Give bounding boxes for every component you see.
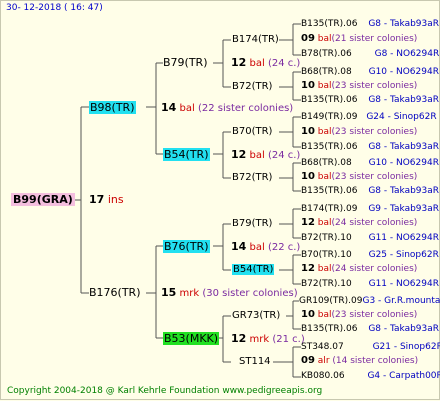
gen4-generation: 10 bal(23 sister colonies) (301, 80, 418, 91)
gen4-generation: 10 bal(23 sister colonies) (301, 171, 418, 182)
gen4-sire: GR109(TR).09G3 - Gr.R.mounta (299, 296, 440, 306)
gen2-queen: B79(TR) (163, 56, 208, 69)
gen2-queen: B76(TR) (163, 240, 210, 253)
gen2-generation: 12 mrk (21 c.) (231, 332, 305, 345)
gen4-dam: B135(TR).06 G8 - Takab93aR (301, 324, 440, 334)
pedigree-chart: 30- 12-2018 ( 16: 47) B99(GRA) 17 ins B9… (0, 0, 440, 400)
gen4-sire: B68(TR).08 G10 - NO6294R (301, 158, 439, 168)
root-generation: 17 ins (89, 193, 124, 206)
gen3-queen: B174(TR) (232, 34, 279, 45)
gen4-generation: 09 alr (14 sister colonies) (301, 355, 419, 366)
gen3-queen: B70(TR) (232, 126, 273, 137)
copyright-footer: Copyright 2004-2018 @ Karl Kehrle Founda… (7, 386, 323, 396)
gen4-sire: ST348.07 G21 - Sinop62R (301, 342, 440, 352)
gen2-generation: 12 bal (24 c.) (231, 56, 301, 69)
gen3-queen: B72(TR) (232, 172, 273, 183)
gen4-sire: B174(TR).09 G9 - Takab93aR (301, 204, 440, 214)
gen4-dam: KB080.06 G4 - Carpath00R (301, 371, 440, 381)
gen2-generation: 14 bal (22 c.) (231, 240, 301, 253)
gen3-queen: B54(TR) (232, 264, 275, 275)
gen4-dam: B72(TR).10 G11 - NO6294R (301, 233, 439, 243)
gen4-sire: B149(TR).09 G24 - Sinop62R (301, 112, 437, 122)
gen2-queen: B54(TR) (163, 148, 210, 161)
gen3-queen: ST114 (239, 356, 271, 367)
gen4-dam: B135(TR).06 G8 - Takab93aR (301, 95, 440, 105)
gen4-dam: B135(TR).06 G8 - Takab93aR (301, 142, 440, 152)
gen4-dam: B135(TR).06 G8 - Takab93aR (301, 186, 440, 196)
gen3-queen: B79(TR) (232, 218, 273, 229)
gen4-dam: B78(TR).06 G8 - NO6294R (301, 49, 440, 59)
gen1-generation: 14 bal (22 sister colonies) (161, 101, 294, 114)
gen1-queen: B176(TR) (89, 286, 141, 299)
gen2-queen: B53(MKK) (163, 332, 220, 345)
gen4-generation: 12 bal(24 sister colonies) (301, 263, 418, 274)
gen4-dam: B72(TR).10 G11 - NO6294R (301, 279, 439, 289)
gen4-sire: B70(TR).10 G25 - Sinop62R (301, 250, 439, 260)
root-queen: B99(GRA) (11, 193, 75, 206)
gen3-queen: B72(TR) (232, 81, 273, 92)
gen2-generation: 12 bal (24 c.) (231, 148, 301, 161)
gen1-queen: B98(TR) (89, 101, 136, 114)
gen4-sire: B135(TR).06 G8 - Takab93aR (301, 19, 440, 29)
gen1-generation: 15 mrk (30 sister colonies) (161, 286, 298, 299)
gen4-generation: 09 bal(21 sister colonies) (301, 33, 418, 44)
gen4-generation: 10 bal(23 sister colonies) (301, 309, 418, 320)
gen4-generation: 12 bal(24 sister colonies) (301, 217, 418, 228)
gen3-queen: GR73(TR) (232, 310, 281, 321)
gen4-sire: B68(TR).08 G10 - NO6294R (301, 67, 439, 77)
gen4-generation: 10 bal(23 sister colonies) (301, 126, 418, 137)
